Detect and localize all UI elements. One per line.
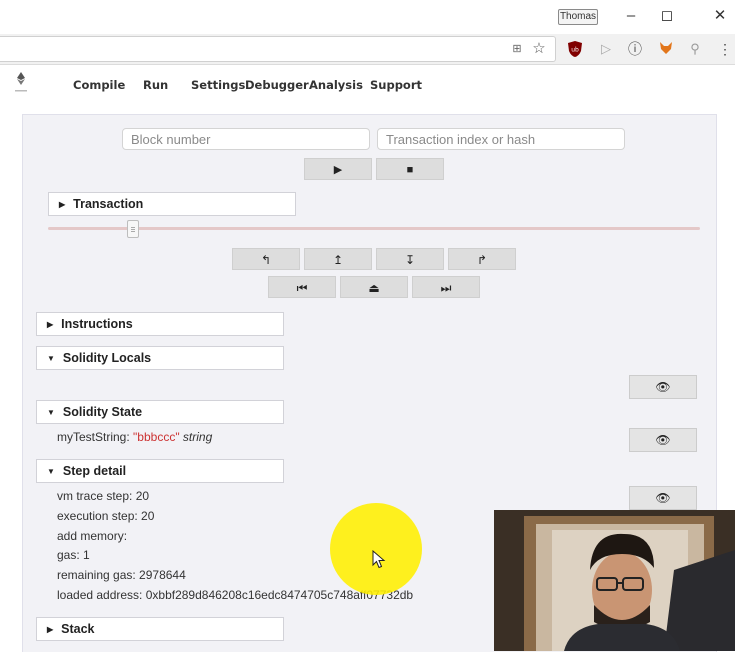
step-over-back-button[interactable]: ↰ bbox=[232, 248, 300, 270]
tab-support[interactable]: Support bbox=[370, 78, 422, 92]
caret-down-icon: ▼ bbox=[47, 354, 55, 363]
fox-icon[interactable] bbox=[657, 40, 675, 58]
step-detail-line: execution step: 20 bbox=[57, 509, 155, 523]
solidity-locals-label: Solidity Locals bbox=[62, 351, 152, 365]
webcam-overlay bbox=[494, 510, 735, 651]
translate-icon[interactable]: ⊞ bbox=[508, 40, 526, 58]
state-variable-value: "bbbccc" bbox=[133, 430, 180, 444]
solidity-state-label: Solidity State bbox=[62, 405, 143, 419]
search-icon[interactable]: ⚲ bbox=[686, 40, 704, 58]
close-button[interactable]: ✕ bbox=[705, 4, 735, 28]
play-button[interactable]: ▶ bbox=[304, 158, 372, 180]
state-variable: myTestString: "bbbccc" string bbox=[57, 430, 212, 444]
jump-next-breakpoint-button[interactable]: ⏭ bbox=[412, 276, 480, 298]
tab-settings[interactable]: Settings bbox=[191, 78, 245, 92]
step-detail-section[interactable]: ▼ Step detail bbox=[36, 459, 284, 483]
step-into-button[interactable]: ↧ bbox=[376, 248, 444, 270]
star-icon[interactable]: ☆ bbox=[530, 40, 548, 58]
caret-right-icon: ▶ bbox=[47, 320, 54, 329]
step-back-button[interactable]: ↥ bbox=[304, 248, 372, 270]
step-detail-line: add memory: bbox=[57, 529, 128, 543]
instructions-label: Instructions bbox=[61, 317, 133, 331]
tab-compile[interactable]: Compile bbox=[73, 78, 125, 92]
transaction-hash-input[interactable]: Transaction index or hash bbox=[377, 128, 625, 150]
step-over-forward-button[interactable]: ↱ bbox=[448, 248, 516, 270]
cursor-icon[interactable]: ▷ bbox=[597, 40, 615, 58]
info-icon[interactable]: ⓘ bbox=[626, 40, 644, 58]
block-number-input[interactable]: Block number bbox=[122, 128, 370, 150]
step-slider-track[interactable] bbox=[48, 227, 700, 230]
caret-down-icon: ▼ bbox=[47, 467, 55, 476]
state-variable-type: string bbox=[179, 430, 213, 444]
tab-debugger[interactable]: Debugger bbox=[245, 78, 309, 92]
instructions-section[interactable]: ▶ Instructions bbox=[36, 312, 284, 336]
remix-logo-icon bbox=[13, 70, 29, 96]
jump-out-button[interactable]: ⏏ bbox=[340, 276, 408, 298]
step-slider-handle[interactable] bbox=[126, 220, 139, 238]
cursor-highlight bbox=[330, 503, 422, 595]
maximize-button[interactable]: ◻ bbox=[652, 4, 682, 28]
solidity-locals-section[interactable]: ▼ Solidity Locals bbox=[36, 346, 284, 370]
caret-right-icon: ▶ bbox=[47, 625, 54, 634]
locals-eye-button[interactable]: 👁 bbox=[629, 375, 697, 399]
transaction-section[interactable]: ▶ Transaction bbox=[48, 192, 296, 216]
step-detail-line: gas: 1 bbox=[57, 548, 90, 562]
profile-badge[interactable]: Thomas bbox=[558, 9, 598, 25]
svg-text:ub: ub bbox=[571, 47, 579, 54]
menu-icon[interactable]: ⋮ bbox=[716, 40, 734, 58]
caret-down-icon: ▼ bbox=[47, 408, 55, 417]
tab-analysis[interactable]: Analysis bbox=[309, 78, 363, 92]
address-input[interactable] bbox=[0, 36, 556, 62]
step-detail-label: Step detail bbox=[62, 464, 127, 478]
transaction-label: Transaction bbox=[73, 197, 144, 211]
jump-previous-breakpoint-button[interactable]: ⏮ bbox=[268, 276, 336, 298]
mouse-pointer-icon bbox=[372, 549, 386, 570]
solidity-state-section[interactable]: ▼ Solidity State bbox=[36, 400, 284, 424]
state-variable-name: myTestString: bbox=[57, 430, 134, 444]
step-detail-line: vm trace step: 20 bbox=[57, 489, 150, 503]
step-detail-eye-button[interactable]: 👁 bbox=[629, 486, 697, 510]
ublock-icon[interactable]: ub bbox=[566, 40, 584, 58]
minimize-button[interactable]: – bbox=[616, 4, 646, 28]
tab-run[interactable]: Run bbox=[143, 78, 168, 92]
state-eye-button[interactable]: 👁 bbox=[629, 428, 697, 452]
caret-right-icon: ▶ bbox=[59, 200, 66, 209]
step-detail-line: remaining gas: 2978644 bbox=[57, 568, 186, 582]
stack-label: Stack bbox=[61, 622, 95, 636]
stop-button[interactable]: ■ bbox=[376, 158, 444, 180]
stack-section[interactable]: ▶ Stack bbox=[36, 617, 284, 641]
